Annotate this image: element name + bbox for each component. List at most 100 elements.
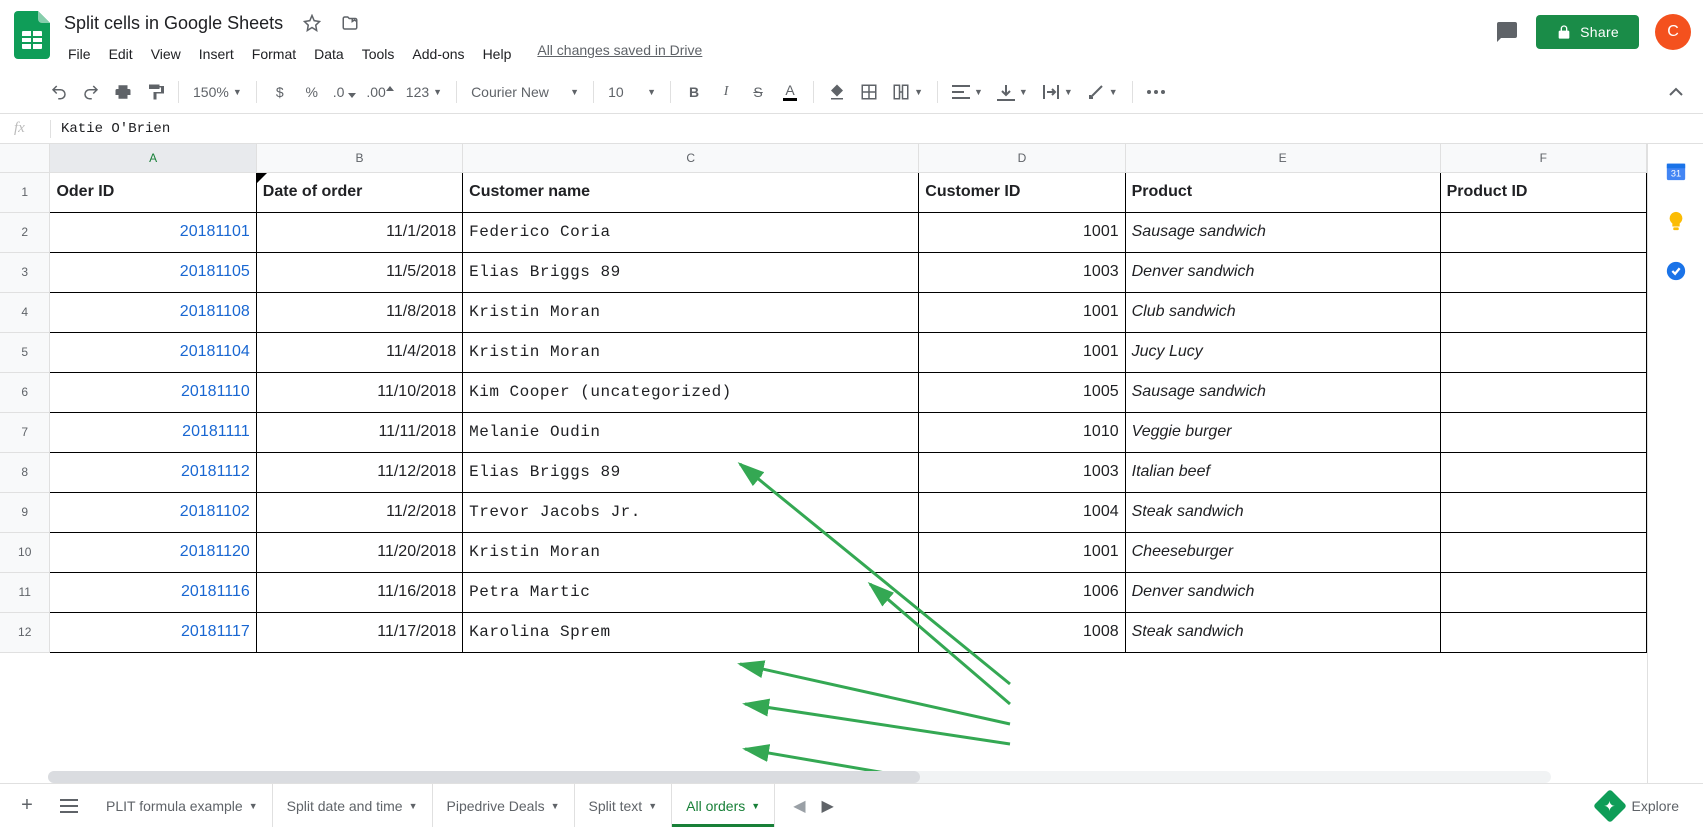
column-header-F[interactable]: F: [1440, 144, 1646, 172]
sheet-tab[interactable]: Pipedrive Deals▼: [433, 784, 575, 827]
move-icon[interactable]: [337, 10, 363, 36]
header-cell[interactable]: Customer ID: [919, 172, 1125, 212]
column-header-D[interactable]: D: [919, 144, 1125, 172]
account-avatar[interactable]: C: [1655, 14, 1691, 50]
sheet-tab[interactable]: PLIT formula example▼: [92, 784, 273, 827]
column-header-B[interactable]: B: [256, 144, 462, 172]
all-sheets-button[interactable]: [50, 787, 88, 825]
cell-customer-id[interactable]: 1005: [919, 372, 1125, 412]
row-header-12[interactable]: 12: [0, 612, 50, 652]
print-button[interactable]: [108, 77, 138, 107]
keep-icon[interactable]: [1665, 210, 1687, 232]
cell-product[interactable]: Sausage sandwich: [1125, 372, 1440, 412]
formula-bar[interactable]: fx Katie O'Brien: [0, 114, 1703, 144]
drive-status[interactable]: All changes saved in Drive: [537, 42, 702, 66]
strikethrough-button[interactable]: S: [743, 77, 773, 107]
row-header-3[interactable]: 3: [0, 252, 50, 292]
collapse-toolbar-button[interactable]: [1661, 77, 1691, 107]
cell-date[interactable]: 11/4/2018: [256, 332, 462, 372]
more-formats-dropdown[interactable]: 123▼: [400, 77, 448, 107]
cell-empty[interactable]: [1440, 412, 1646, 452]
merge-cells-button[interactable]: ▼: [886, 77, 929, 107]
cell-customer-id[interactable]: 1001: [919, 292, 1125, 332]
cell-customer-id[interactable]: 1001: [919, 212, 1125, 252]
row-header-5[interactable]: 5: [0, 332, 50, 372]
row-header-6[interactable]: 6: [0, 372, 50, 412]
cell-empty[interactable]: [1440, 532, 1646, 572]
cell-orderid[interactable]: 20181111: [50, 412, 256, 452]
header-cell[interactable]: Date of order: [256, 172, 462, 212]
cell-product[interactable]: Denver sandwich: [1125, 252, 1440, 292]
cell-date[interactable]: 11/5/2018: [256, 252, 462, 292]
paint-format-button[interactable]: [140, 77, 170, 107]
cell-orderid[interactable]: 20181108: [50, 292, 256, 332]
caret-down-icon[interactable]: ▼: [751, 801, 760, 811]
cell-orderid[interactable]: 20181116: [50, 572, 256, 612]
cell-customer-name[interactable]: Kim Cooper (uncategorized): [463, 372, 919, 412]
format-currency-button[interactable]: $: [265, 77, 295, 107]
undo-button[interactable]: [44, 77, 74, 107]
spreadsheet-area[interactable]: ABCDEF1Oder IDDate of orderCustomer name…: [0, 144, 1647, 783]
cell-date[interactable]: 11/8/2018: [256, 292, 462, 332]
sheet-tab[interactable]: Split text▼: [575, 784, 673, 827]
cell-empty[interactable]: [1440, 212, 1646, 252]
row-header-9[interactable]: 9: [0, 492, 50, 532]
cell-date[interactable]: 11/2/2018: [256, 492, 462, 532]
calendar-icon[interactable]: 31: [1665, 160, 1687, 182]
cell-product[interactable]: Club sandwich: [1125, 292, 1440, 332]
cell-orderid[interactable]: 20181105: [50, 252, 256, 292]
cell-customer-id[interactable]: 1003: [919, 252, 1125, 292]
cell-orderid[interactable]: 20181102: [50, 492, 256, 532]
cell-empty[interactable]: [1440, 372, 1646, 412]
redo-button[interactable]: [76, 77, 106, 107]
caret-down-icon[interactable]: ▼: [249, 801, 258, 811]
text-color-button[interactable]: A: [775, 77, 805, 107]
cell-customer-name[interactable]: Trevor Jacobs Jr.: [463, 492, 919, 532]
select-all-cell[interactable]: [0, 144, 50, 172]
share-button[interactable]: Share: [1536, 15, 1639, 49]
header-cell[interactable]: Oder ID: [50, 172, 256, 212]
cell-orderid[interactable]: 20181120: [50, 532, 256, 572]
format-percent-button[interactable]: %: [297, 77, 327, 107]
cell-orderid[interactable]: 20181110: [50, 372, 256, 412]
formula-value[interactable]: Katie O'Brien: [61, 121, 170, 137]
column-header-A[interactable]: A: [50, 144, 256, 172]
cell-product[interactable]: Jucy Lucy: [1125, 332, 1440, 372]
caret-down-icon[interactable]: ▼: [648, 801, 657, 811]
cell-empty[interactable]: [1440, 492, 1646, 532]
cell-customer-id[interactable]: 1008: [919, 612, 1125, 652]
menu-help[interactable]: Help: [475, 42, 520, 66]
row-header-2[interactable]: 2: [0, 212, 50, 252]
star-icon[interactable]: [299, 10, 325, 36]
cell-orderid[interactable]: 20181112: [50, 452, 256, 492]
font-dropdown[interactable]: Courier New▼: [465, 77, 585, 107]
cell-empty[interactable]: [1440, 612, 1646, 652]
menu-file[interactable]: File: [60, 42, 99, 66]
cell-product[interactable]: Steak sandwich: [1125, 612, 1440, 652]
cell-customer-id[interactable]: 1010: [919, 412, 1125, 452]
row-header-11[interactable]: 11: [0, 572, 50, 612]
header-cell[interactable]: Product ID: [1440, 172, 1646, 212]
row-header-4[interactable]: 4: [0, 292, 50, 332]
cell-orderid[interactable]: 20181101: [50, 212, 256, 252]
cell-date[interactable]: 11/17/2018: [256, 612, 462, 652]
increase-decimal-button[interactable]: .00: [362, 77, 397, 107]
cell-date[interactable]: 11/12/2018: [256, 452, 462, 492]
cell-customer-name[interactable]: Federico Coria: [463, 212, 919, 252]
cell-customer-id[interactable]: 1006: [919, 572, 1125, 612]
horizontal-align-button[interactable]: ▼: [946, 77, 989, 107]
cell-date[interactable]: 11/11/2018: [256, 412, 462, 452]
cell-customer-name[interactable]: Melanie Oudin: [463, 412, 919, 452]
cell-date[interactable]: 11/1/2018: [256, 212, 462, 252]
cell-date[interactable]: 11/20/2018: [256, 532, 462, 572]
cell-orderid[interactable]: 20181104: [50, 332, 256, 372]
cell-product[interactable]: Veggie burger: [1125, 412, 1440, 452]
menu-addons[interactable]: Add-ons: [404, 42, 472, 66]
menu-edit[interactable]: Edit: [101, 42, 141, 66]
cell-empty[interactable]: [1440, 452, 1646, 492]
sheet-tab[interactable]: Split date and time▼: [273, 784, 433, 827]
menu-format[interactable]: Format: [244, 42, 304, 66]
add-sheet-button[interactable]: +: [8, 787, 46, 825]
cell-product[interactable]: Cheeseburger: [1125, 532, 1440, 572]
cell-product[interactable]: Italian beef: [1125, 452, 1440, 492]
